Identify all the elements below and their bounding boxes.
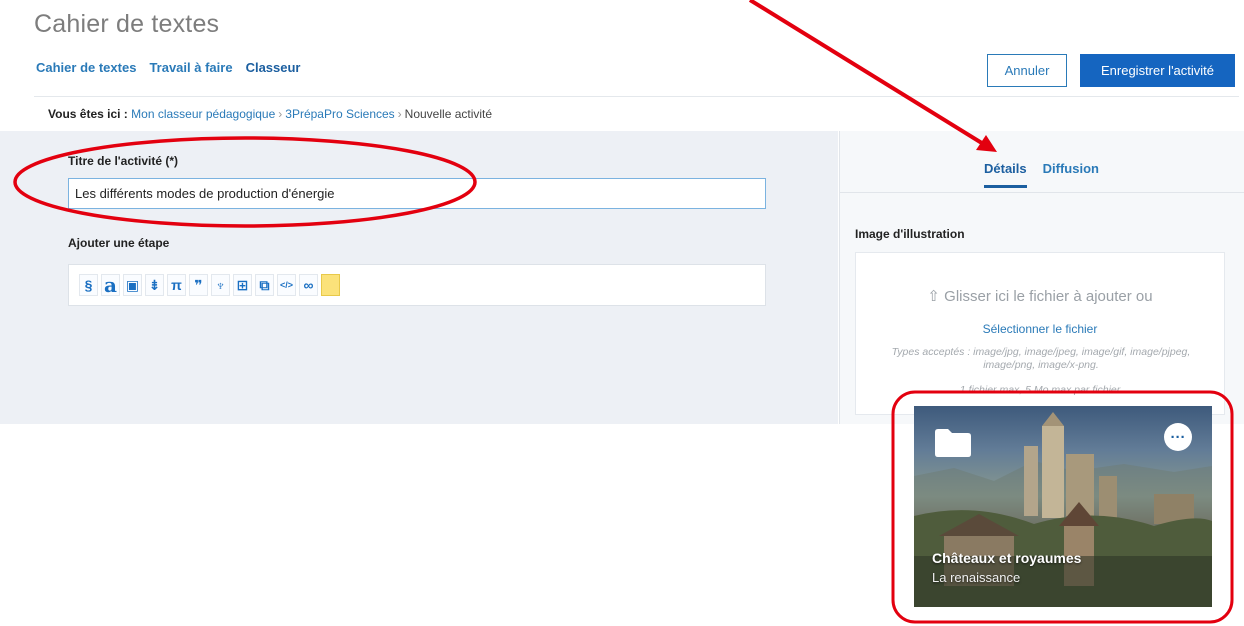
paragraph-icon[interactable]: § [79, 274, 98, 296]
microphone-icon[interactable]: ♆ [211, 274, 230, 296]
main-tabs: Cahier de textes Travail à faire Classeu… [36, 60, 300, 75]
layout-icon[interactable]: ⊞ [233, 274, 252, 296]
formula-icon[interactable]: π [167, 274, 186, 296]
tab-classeur[interactable]: Classeur [246, 60, 301, 75]
file-icon[interactable]: ⇟ [145, 274, 164, 296]
illustration-card[interactable]: ··· Châteaux et royaumes La renaissance [914, 406, 1212, 607]
external-icon[interactable]: ⧉ [255, 274, 274, 296]
tab-diffusion[interactable]: Diffusion [1043, 161, 1099, 188]
breadcrumb-prefix: Vous êtes ici : [48, 107, 128, 121]
save-activity-button[interactable]: Enregistrer l'activité [1080, 54, 1235, 87]
tab-details[interactable]: Détails [984, 161, 1027, 188]
title-field-label: Titre de l'activité (*) [68, 154, 178, 168]
annotation-arrow-line [748, 0, 987, 147]
step-toolbar: § a ▣ ⇟ π ❞ ♆ ⊞ ⧉ </> ∞ [68, 264, 766, 306]
header-divider [34, 96, 1239, 97]
breadcrumb-separator: › [278, 107, 283, 121]
file-dropzone[interactable]: ⇧ Glisser ici le fichier à ajouter ou Sé… [855, 252, 1225, 415]
more-options-icon[interactable]: ··· [1164, 423, 1192, 451]
link-icon[interactable]: ∞ [299, 274, 318, 296]
accepted-types-hint: Types acceptés : image/jpg, image/jpeg, … [891, 346, 1191, 371]
tab-travail-a-faire[interactable]: Travail à faire [149, 60, 232, 75]
dropzone-text: ⇧ Glisser ici le fichier à ajouter ou [927, 288, 1153, 305]
page-title: Cahier de textes [34, 10, 220, 38]
card-subtitle: La renaissance [932, 570, 1021, 585]
illustration-image-label: Image d'illustration [855, 227, 965, 241]
add-step-label: Ajouter une étape [68, 236, 170, 250]
text-icon[interactable]: a [101, 273, 120, 297]
breadcrumb-link-classeur[interactable]: Mon classeur pédagogique [131, 107, 275, 121]
tabs-divider [840, 192, 1244, 193]
details-tabs: Détails Diffusion [984, 161, 1099, 188]
select-file-link[interactable]: Sélectionner le fichier [856, 322, 1224, 336]
breadcrumb-link-class[interactable]: 3PrépaPro Sciences [285, 107, 394, 121]
note-icon[interactable] [321, 274, 340, 296]
breadcrumb-separator: › [397, 107, 402, 121]
breadcrumb: Vous êtes ici : Mon classeur pédagogique… [48, 107, 492, 121]
cancel-button[interactable]: Annuler [987, 54, 1067, 87]
activity-title-input[interactable] [68, 178, 766, 209]
file-limit-hint: 1 fichier max, 5 Mo max par fichier [959, 384, 1121, 396]
breadcrumb-current: Nouvelle activité [404, 107, 493, 121]
quote-icon[interactable]: ❞ [189, 274, 208, 296]
tab-cahier-de-textes[interactable]: Cahier de textes [36, 60, 136, 75]
card-title: Châteaux et royaumes [932, 550, 1082, 566]
folder-icon [935, 429, 971, 457]
image-icon[interactable]: ▣ [123, 274, 142, 296]
embed-code-icon[interactable]: </> [277, 274, 296, 296]
